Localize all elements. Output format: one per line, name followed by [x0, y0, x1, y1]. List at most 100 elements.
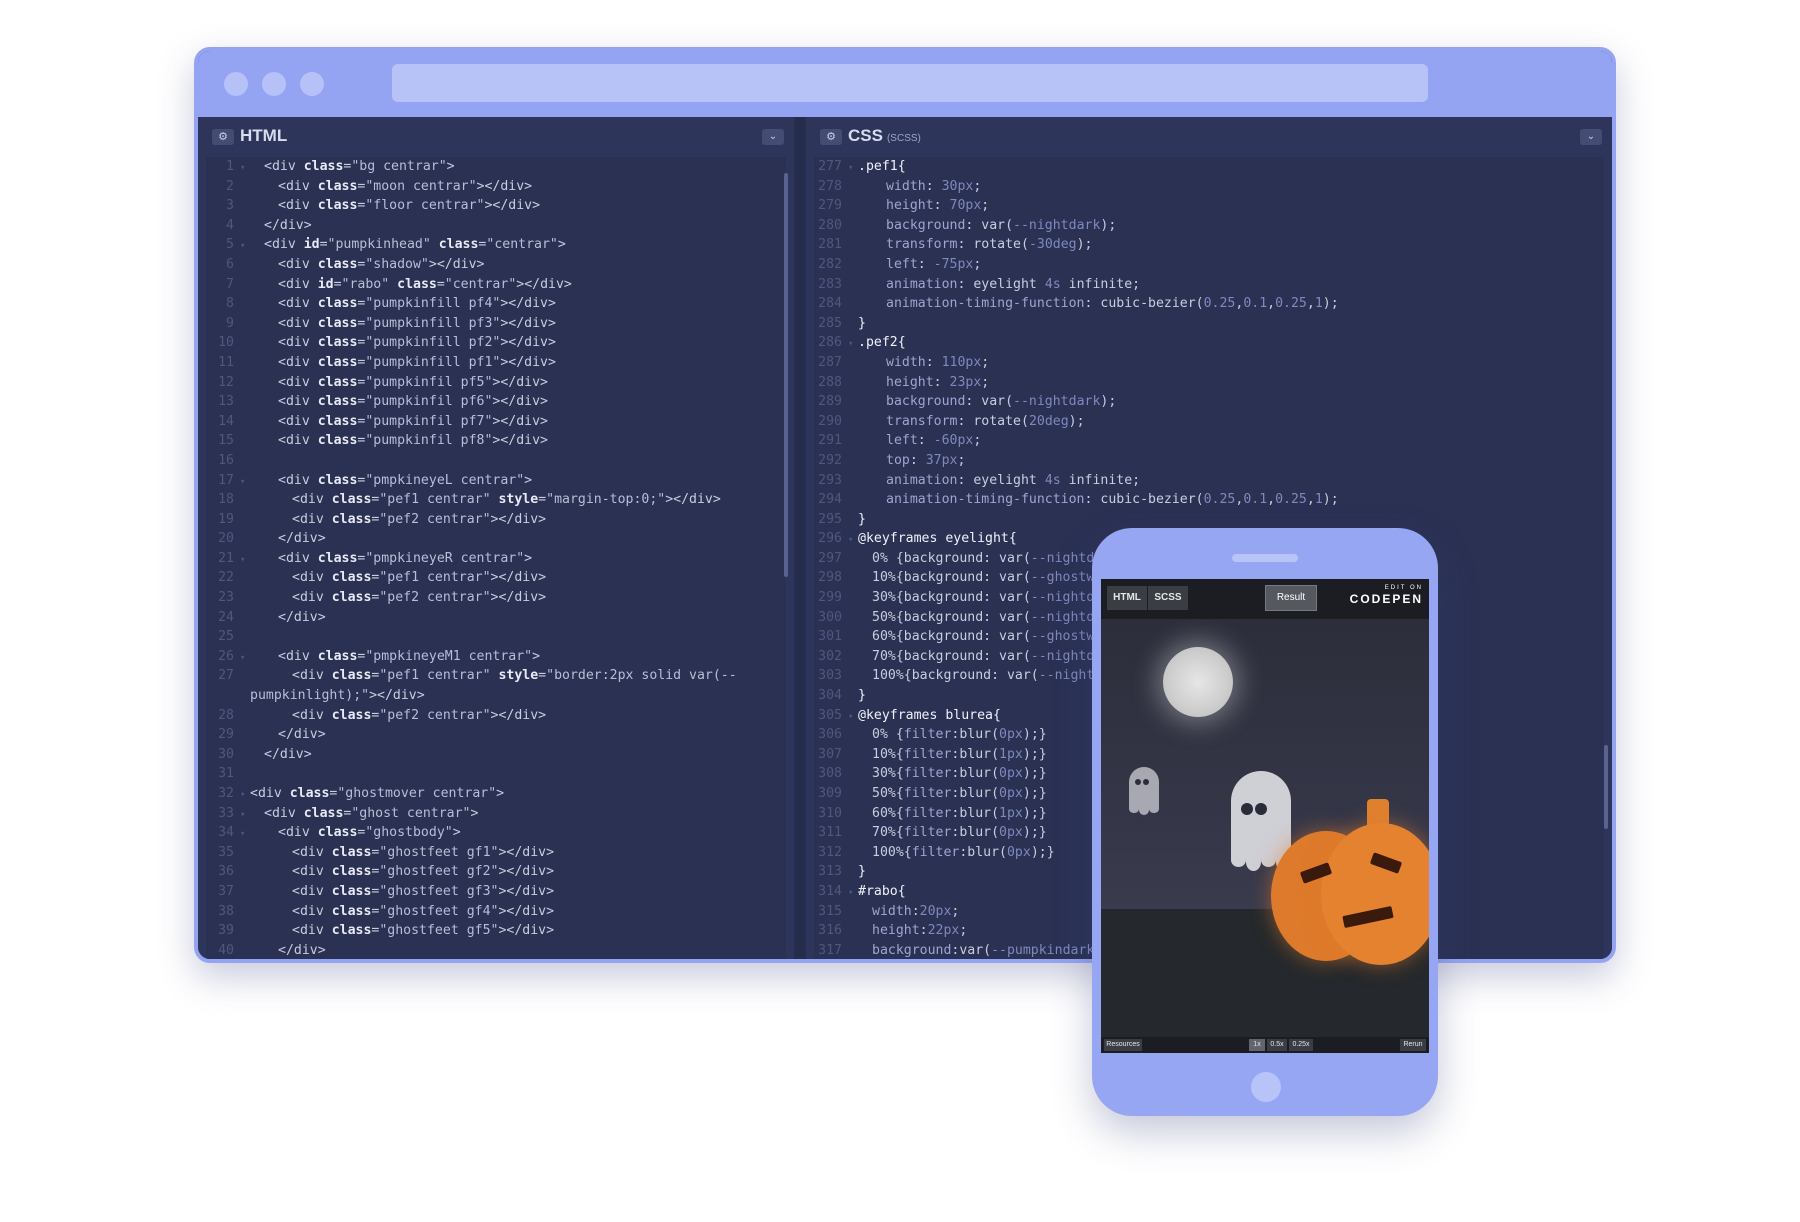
- window-close-dot[interactable]: [224, 72, 248, 96]
- code-line[interactable]: 21 ▾ <div class="pmpkineyeR centrar">: [206, 549, 786, 569]
- code-line[interactable]: 37 <div class="ghostfeet gf3"></div>: [206, 882, 786, 902]
- code-line[interactable]: 13 <div class="pumpkinfil pf6"></div>: [206, 392, 786, 412]
- code-line[interactable]: 14 <div class="pumpkinfil pf7"></div>: [206, 412, 786, 432]
- code-token: ;: [981, 374, 990, 390]
- code-line[interactable]: 20 </div>: [206, 529, 786, 549]
- code-line[interactable]: 32 ▾ <div class="ghostmover centrar">: [206, 784, 786, 804]
- code-line[interactable]: 287 width: 110px;: [814, 353, 1604, 373]
- code-line[interactable]: 4 </div>: [206, 216, 786, 236]
- code-line[interactable]: 7 <div id="rabo" class="centrar"></div>: [206, 275, 786, 295]
- code-line[interactable]: 12 <div class="pumpkinfil pf5"></div>: [206, 373, 786, 393]
- code-line[interactable]: 292 top: 37px;: [814, 451, 1604, 471]
- code-line[interactable]: 6 <div class="shadow"></div>: [206, 255, 786, 275]
- code-token: class: [331, 570, 372, 586]
- code-token: class: [331, 923, 372, 939]
- code-text: @keyframes blurea{: [858, 708, 1001, 723]
- code-line[interactable]: 293 animation: eyelight 4s infinite;: [814, 471, 1604, 491]
- code-line[interactable]: 278 width: 30px;: [814, 177, 1604, 197]
- code-line[interactable]: 3 <div class="floor centrar"></div>: [206, 196, 786, 216]
- code-line[interactable]: 15 <div class="pumpkinfil pf8"></div>: [206, 431, 786, 451]
- code-text: <div class="shadow"></div>: [250, 257, 484, 272]
- window-minimize-dot[interactable]: [262, 72, 286, 96]
- code-line[interactable]: 34 ▾ <div class="ghostbody">: [206, 823, 786, 843]
- code-line[interactable]: 282 left: -75px;: [814, 255, 1604, 275]
- tab-html[interactable]: HTML: [1107, 586, 1147, 610]
- chevron-down-icon[interactable]: ⌄: [1580, 129, 1602, 145]
- code-token: 20px: [919, 903, 952, 919]
- code-line[interactable]: 9 <div class="pumpkinfill pf3"></div>: [206, 314, 786, 334]
- code-line[interactable]: pumpkinlight);"></div>: [206, 686, 786, 706]
- code-line[interactable]: 29 </div>: [206, 725, 786, 745]
- code-line[interactable]: 280 background: var(--nightdark);: [814, 216, 1604, 236]
- codepen-logo[interactable]: EDIT ON CODEPEN: [1350, 585, 1423, 606]
- zoom-1x-button[interactable]: 1x: [1249, 1039, 1265, 1051]
- code-line[interactable]: 288 height: 23px;: [814, 373, 1604, 393]
- code-text: </div>: [250, 531, 326, 546]
- code-line[interactable]: 5 ▾ <div id="pumpkinhead" class="centrar">: [206, 235, 786, 255]
- code-line[interactable]: 289 background: var(--nightdark);: [814, 392, 1604, 412]
- code-token: filter: [911, 844, 960, 860]
- code-line[interactable]: 283 animation: eyelight 4s infinite;: [814, 275, 1604, 295]
- code-line[interactable]: 30 </div>: [206, 745, 786, 765]
- window-maximize-dot[interactable]: [300, 72, 324, 96]
- code-line[interactable]: 284 animation-timing-function: cubic-bezi…: [814, 294, 1604, 314]
- code-line[interactable]: 277 ▾ .pef1{: [814, 157, 1604, 177]
- code-line[interactable]: 286 ▾ .pef2{: [814, 333, 1604, 353]
- code-token: :blur(: [951, 825, 1000, 841]
- code-line[interactable]: 31: [206, 764, 786, 784]
- code-line[interactable]: 40 </div>: [206, 941, 786, 959]
- code-line[interactable]: 16: [206, 451, 786, 471]
- code-line[interactable]: 35 <div class="ghostfeet gf1"></div>: [206, 843, 786, 863]
- code-line[interactable]: 10 <div class="pumpkinfill pf2"></div>: [206, 333, 786, 353]
- code-line[interactable]: 295}: [814, 510, 1604, 530]
- code-line[interactable]: 279 height: 70px;: [814, 196, 1604, 216]
- phone-mockup: HTML SCSS Result EDIT ON CODEPEN Resourc…: [1092, 528, 1438, 1116]
- css-scrollbar[interactable]: [1604, 745, 1608, 829]
- code-token: );: [1100, 217, 1117, 233]
- gear-icon[interactable]: ⚙: [212, 129, 234, 145]
- code-line[interactable]: 18 <div class="pef1 centrar" style="margi…: [206, 490, 786, 510]
- code-line[interactable]: 291 left: -60px;: [814, 431, 1604, 451]
- code-token: "pef2 centrar": [379, 707, 491, 723]
- zoom-0.25x-button[interactable]: 0.25x: [1289, 1039, 1313, 1051]
- tab-result[interactable]: Result: [1265, 585, 1317, 611]
- pane-resizer[interactable]: [794, 117, 806, 959]
- code-line[interactable]: 11 <div class="pumpkinfill pf1"></div>: [206, 353, 786, 373]
- code-line[interactable]: 1 ▾ <div class="bg centrar">: [206, 157, 786, 177]
- code-line[interactable]: 23 <div class="pef2 centrar"></div>: [206, 588, 786, 608]
- code-line[interactable]: 28 <div class="pef2 centrar"></div>: [206, 706, 786, 726]
- html-scrollbar[interactable]: [784, 173, 788, 577]
- code-line[interactable]: 294 animation-timing-function: cubic-bezi…: [814, 490, 1604, 510]
- code-line[interactable]: 33 ▾ <div class="ghost centrar">: [206, 804, 786, 824]
- line-number: 27: [218, 668, 234, 684]
- rerun-button[interactable]: Rerun: [1400, 1039, 1426, 1051]
- address-bar[interactable]: [392, 64, 1428, 102]
- code-line[interactable]: 17 ▾ <div class="pmpkineyeL centrar">: [206, 471, 786, 491]
- code-line[interactable]: 290 transform: rotate(20deg);: [814, 412, 1604, 432]
- code-line[interactable]: 2 <div class="moon centrar"></div>: [206, 177, 786, 197]
- code-line[interactable]: 36 <div class="ghostfeet gf2"></div>: [206, 862, 786, 882]
- code-line[interactable]: 24 </div>: [206, 608, 786, 628]
- code-token: : rotate(: [957, 413, 1029, 429]
- code-line[interactable]: 39 <div class="ghostfeet gf5"></div>: [206, 921, 786, 941]
- chevron-down-icon[interactable]: ⌄: [762, 129, 784, 145]
- code-token: =: [436, 276, 445, 292]
- code-line[interactable]: 25: [206, 627, 786, 647]
- zoom-0.5x-button[interactable]: 0.5x: [1267, 1039, 1287, 1051]
- code-line[interactable]: 22 <div class="pef1 centrar"></div>: [206, 568, 786, 588]
- code-line[interactable]: 281 transform: rotate(-30deg);: [814, 235, 1604, 255]
- code-token: pumpkinlight);": [250, 688, 370, 704]
- gear-icon[interactable]: ⚙: [820, 129, 842, 145]
- phone-home-button[interactable]: [1251, 1072, 1281, 1102]
- tab-scss[interactable]: SCSS: [1148, 586, 1188, 610]
- code-line[interactable]: 8 <div class="pumpkinfill pf4"></div>: [206, 294, 786, 314]
- html-code-editor[interactable]: 1 ▾ <div class="bg centrar"> 2 <div class="m…: [206, 157, 786, 959]
- resources-button[interactable]: Resources: [1104, 1039, 1142, 1051]
- code-line[interactable]: 285}: [814, 314, 1604, 334]
- code-line[interactable]: 26 ▾ <div class="pmpkineyeM1 centrar">: [206, 647, 786, 667]
- code-text: height:22px;: [858, 923, 967, 938]
- code-line[interactable]: 27 <div class="pef1 centrar" style="borde…: [206, 666, 786, 686]
- code-token: 22px: [927, 923, 960, 939]
- code-line[interactable]: 38 <div class="ghostfeet gf4"></div>: [206, 902, 786, 922]
- code-line[interactable]: 19 <div class="pef2 centrar"></div>: [206, 510, 786, 530]
